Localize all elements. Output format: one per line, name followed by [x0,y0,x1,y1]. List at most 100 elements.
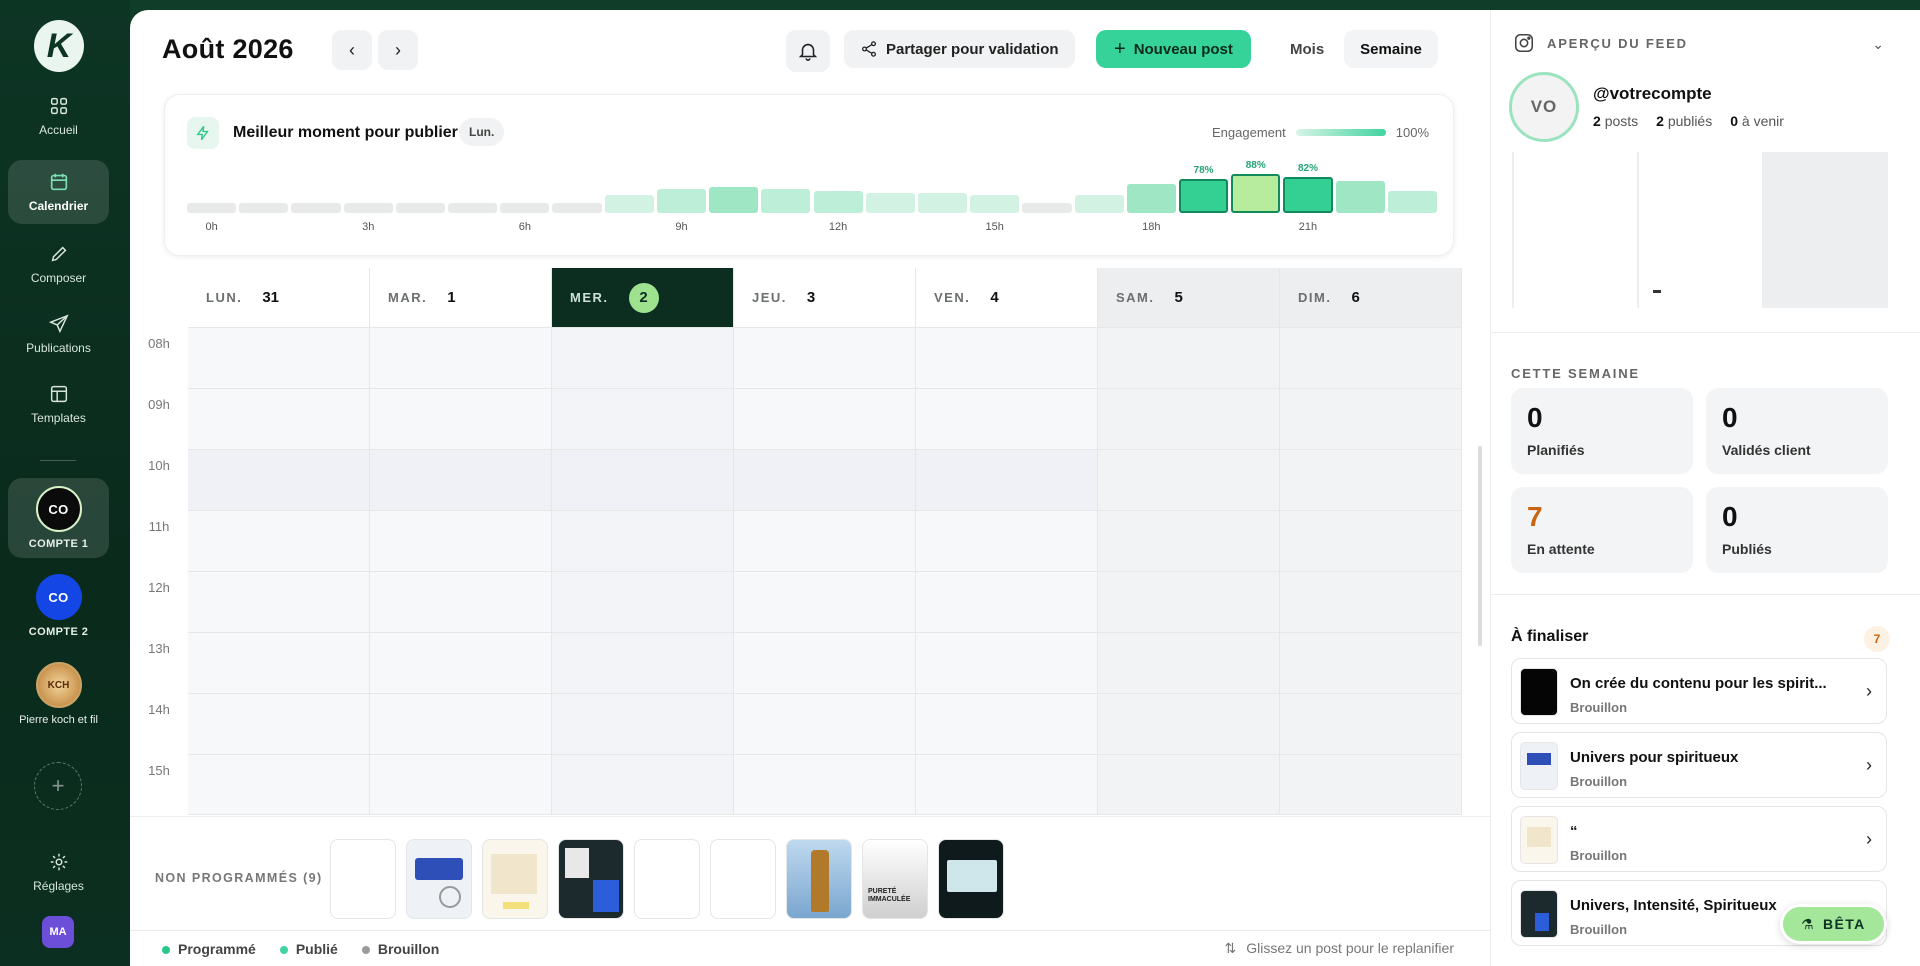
time-slot[interactable] [552,328,734,389]
time-slot[interactable] [370,450,552,511]
time-slot[interactable] [1280,389,1462,450]
sidebar-item-templates[interactable]: Templates [8,372,109,436]
app-logo[interactable]: K [34,20,84,72]
time-slot[interactable] [1280,572,1462,633]
chevron-down-icon[interactable]: ⌄ [1872,36,1884,53]
add-account-button[interactable]: + [34,762,82,810]
time-slot[interactable] [188,511,370,572]
time-slot[interactable] [916,389,1098,450]
sidebar-item-reglages[interactable]: Réglages [8,844,109,900]
time-slot[interactable] [1098,389,1280,450]
beta-badge[interactable]: ⚗ BÊTA [1780,904,1887,944]
unscheduled-post[interactable] [558,839,624,919]
finalize-item[interactable]: “ Brouillon › [1511,806,1887,872]
time-slot[interactable] [552,755,734,815]
time-slot[interactable] [916,694,1098,755]
time-slot[interactable] [1098,328,1280,389]
unscheduled-post[interactable]: PURETÉ IMMACULÉE [862,839,928,919]
unscheduled-post[interactable] [330,839,396,919]
sidebar-item-calendrier[interactable]: Calendrier [8,160,109,224]
time-slot[interactable] [188,633,370,694]
time-slot[interactable] [188,755,370,815]
time-slot[interactable] [1280,450,1462,511]
feed-header[interactable]: APERÇU DU FEED [1513,32,1688,54]
unscheduled-post[interactable] [406,839,472,919]
sidebar-item-composer[interactable]: Composer [8,232,109,296]
feed-post[interactable] [1639,152,1762,308]
view-month-button[interactable]: Mois [1274,30,1340,68]
unscheduled-post[interactable] [938,839,1004,919]
time-slot[interactable] [552,511,734,572]
time-slot[interactable] [188,694,370,755]
time-slot[interactable] [552,572,734,633]
user-avatar[interactable]: MA [42,916,74,948]
next-button[interactable]: › [378,30,418,70]
new-post-button[interactable]: + Nouveau post [1096,30,1251,68]
time-slot[interactable] [1280,328,1462,389]
time-slot[interactable] [370,694,552,755]
time-slot[interactable] [916,328,1098,389]
sidebar-item-publications[interactable]: Publications [8,302,109,366]
time-slot[interactable] [734,511,916,572]
time-slot[interactable] [1098,450,1280,511]
day-header[interactable]: MER. 2 [552,268,734,328]
time-slot[interactable] [1280,511,1462,572]
finalize-item[interactable]: Univers pour spiritueux Brouillon › [1511,732,1887,798]
time-slot[interactable] [370,633,552,694]
day-header[interactable]: JEU. 3 [734,268,916,328]
unscheduled-post[interactable] [786,839,852,919]
view-week-button[interactable]: Semaine [1344,30,1438,68]
time-slot[interactable] [916,755,1098,815]
day-chip[interactable]: Lun. [459,118,505,146]
unscheduled-post[interactable] [634,839,700,919]
time-slot[interactable] [370,389,552,450]
time-slot[interactable] [916,633,1098,694]
time-slot[interactable] [552,694,734,755]
time-slot[interactable] [552,450,734,511]
day-header[interactable]: DIM. 6 [1280,268,1462,328]
unscheduled-post[interactable] [710,839,776,919]
time-slot[interactable] [1098,694,1280,755]
time-slot[interactable] [1280,694,1462,755]
time-slot[interactable] [734,450,916,511]
time-slot[interactable] [1098,755,1280,815]
time-slot[interactable] [734,572,916,633]
day-header[interactable]: MAR. 1 [370,268,552,328]
time-slot[interactable] [1098,572,1280,633]
day-header[interactable]: VEN. 4 [916,268,1098,328]
account-compte-2[interactable]: CO COMPTE 2 [8,566,109,646]
day-header[interactable]: SAM. 5 [1098,268,1280,328]
notifications-button[interactable] [786,30,830,72]
time-slot[interactable] [1280,633,1462,694]
share-validation-button[interactable]: Partager pour validation [844,30,1075,68]
time-slot[interactable] [734,694,916,755]
calendar-scrollbar[interactable] [1478,446,1482,646]
unscheduled-post[interactable] [482,839,548,919]
time-slot[interactable] [1098,633,1280,694]
time-slot[interactable] [188,450,370,511]
account-pierre-koch[interactable]: KCH Pierre koch et fil [8,654,109,734]
day-header[interactable]: LUN. 31 [188,268,370,328]
time-slot[interactable] [552,389,734,450]
time-slot[interactable] [734,755,916,815]
time-slot[interactable] [734,328,916,389]
prev-button[interactable]: ‹ [332,30,372,70]
time-slot[interactable] [188,572,370,633]
time-slot[interactable] [916,572,1098,633]
sidebar-item-accueil[interactable]: Accueil [8,84,109,148]
time-slot[interactable] [916,450,1098,511]
time-slot[interactable] [370,328,552,389]
time-slot[interactable] [188,389,370,450]
time-slot[interactable] [1098,511,1280,572]
time-slot[interactable] [1280,755,1462,815]
time-slot[interactable] [370,511,552,572]
time-slot[interactable] [370,572,552,633]
time-slot[interactable] [188,328,370,389]
time-slot[interactable] [734,633,916,694]
account-compte-1[interactable]: CO COMPTE 1 [8,478,109,558]
finalize-item[interactable]: On crée du contenu pour les spirit... Br… [1511,658,1887,724]
time-slot[interactable] [370,755,552,815]
time-slot[interactable] [916,511,1098,572]
time-slot[interactable] [734,389,916,450]
feed-post[interactable] [1514,152,1637,308]
